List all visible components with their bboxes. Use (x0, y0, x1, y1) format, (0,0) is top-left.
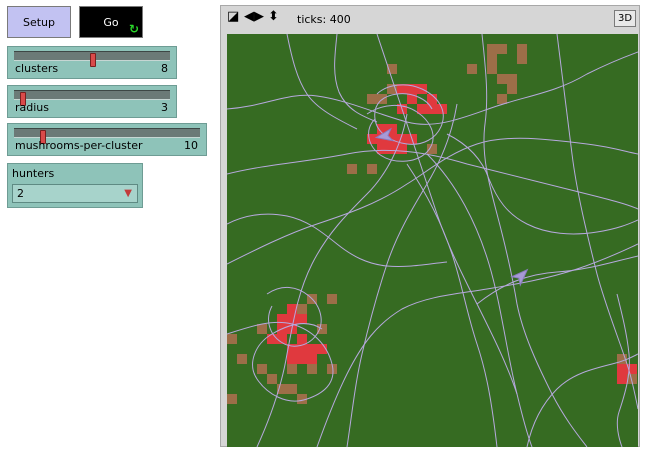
mushroom-patch (617, 374, 627, 384)
forever-arrows-icon: ↻ (128, 22, 139, 36)
setup-button-label: Setup (22, 15, 56, 29)
soil-patch (257, 324, 267, 334)
soil-patch (227, 334, 237, 344)
mushroom-patch (287, 314, 297, 324)
soil-patch (367, 94, 377, 104)
soil-patch (517, 54, 527, 64)
setup-button[interactable]: Setup (7, 6, 71, 38)
chooser-label: hunters (12, 167, 55, 180)
slider-label: mushrooms-per-cluster (15, 139, 143, 152)
go-button[interactable]: Go ↻ (79, 6, 143, 38)
soil-patch (327, 294, 337, 304)
soil-patch (487, 44, 497, 54)
soil-patch (467, 64, 477, 74)
mushroom-patch (267, 334, 277, 344)
mushroom-patch (297, 334, 307, 344)
mushroom-patch (297, 354, 307, 364)
mushroom-patch (297, 314, 307, 324)
dropdown-arrow-icon[interactable]: ▼ (124, 188, 132, 199)
slider-track[interactable] (14, 90, 170, 106)
chooser-value: 2 (17, 187, 24, 200)
soil-patch (257, 364, 267, 374)
soil-patch (507, 84, 517, 94)
go-button-label: Go (103, 15, 119, 29)
3d-button-label: 3D (617, 13, 633, 24)
slider-track[interactable] (14, 128, 200, 144)
soil-patch (237, 354, 247, 364)
soil-patch (507, 74, 517, 84)
soil-patch (267, 374, 277, 384)
soil-patch (487, 54, 497, 64)
soil-patch (287, 364, 297, 374)
slider-label: radius (15, 101, 50, 114)
radius-slider[interactable]: radius 3 (7, 85, 177, 118)
slider-value: 3 (161, 101, 168, 114)
soil-patch (297, 304, 307, 314)
slider-track[interactable] (14, 51, 170, 67)
left-right-arrows-icon[interactable]: ◀▶ (244, 10, 264, 24)
ticks-counter: ticks: 400 (297, 13, 351, 26)
3d-button[interactable]: 3D (614, 10, 636, 27)
soil-patch (517, 44, 527, 54)
slider-value: 10 (184, 139, 198, 152)
slider-value: 8 (161, 62, 168, 75)
up-down-arrows-icon[interactable]: ⬍ (268, 10, 279, 24)
soil-patch (287, 384, 297, 394)
soil-patch (497, 74, 507, 84)
world-view: ◪ ◀▶ ⬍ ticks: 400 3D (220, 5, 640, 447)
view-toolbar: ◪ ◀▶ ⬍ ticks: 400 3D (221, 6, 639, 32)
soil-patch (347, 164, 357, 174)
slider-label: clusters (15, 62, 59, 75)
soil-patch (487, 64, 497, 74)
soil-patch (497, 44, 507, 54)
mushroom-patch (307, 344, 317, 354)
mushrooms-per-cluster-slider[interactable]: mushrooms-per-cluster 10 (7, 123, 207, 156)
mushroom-patch (287, 354, 297, 364)
soil-patch (367, 164, 377, 174)
mushroom-patch (617, 364, 627, 374)
mushroom-patch (307, 354, 317, 364)
soil-patch (307, 364, 317, 374)
world-canvas[interactable] (227, 34, 638, 447)
edit-icon[interactable]: ◪ (227, 10, 239, 24)
soil-patch (427, 144, 437, 154)
soil-patch (227, 394, 237, 404)
hunter-arrow (510, 268, 529, 287)
mushroom-patch (377, 144, 387, 154)
chooser-dropdown[interactable]: 2 ▼ (12, 184, 138, 203)
world-svg (227, 34, 638, 447)
clusters-slider[interactable]: clusters 8 (7, 46, 177, 79)
slider-knob[interactable] (90, 53, 96, 67)
soil-patch (497, 94, 507, 104)
hunters-chooser[interactable]: hunters 2 ▼ (7, 163, 143, 208)
